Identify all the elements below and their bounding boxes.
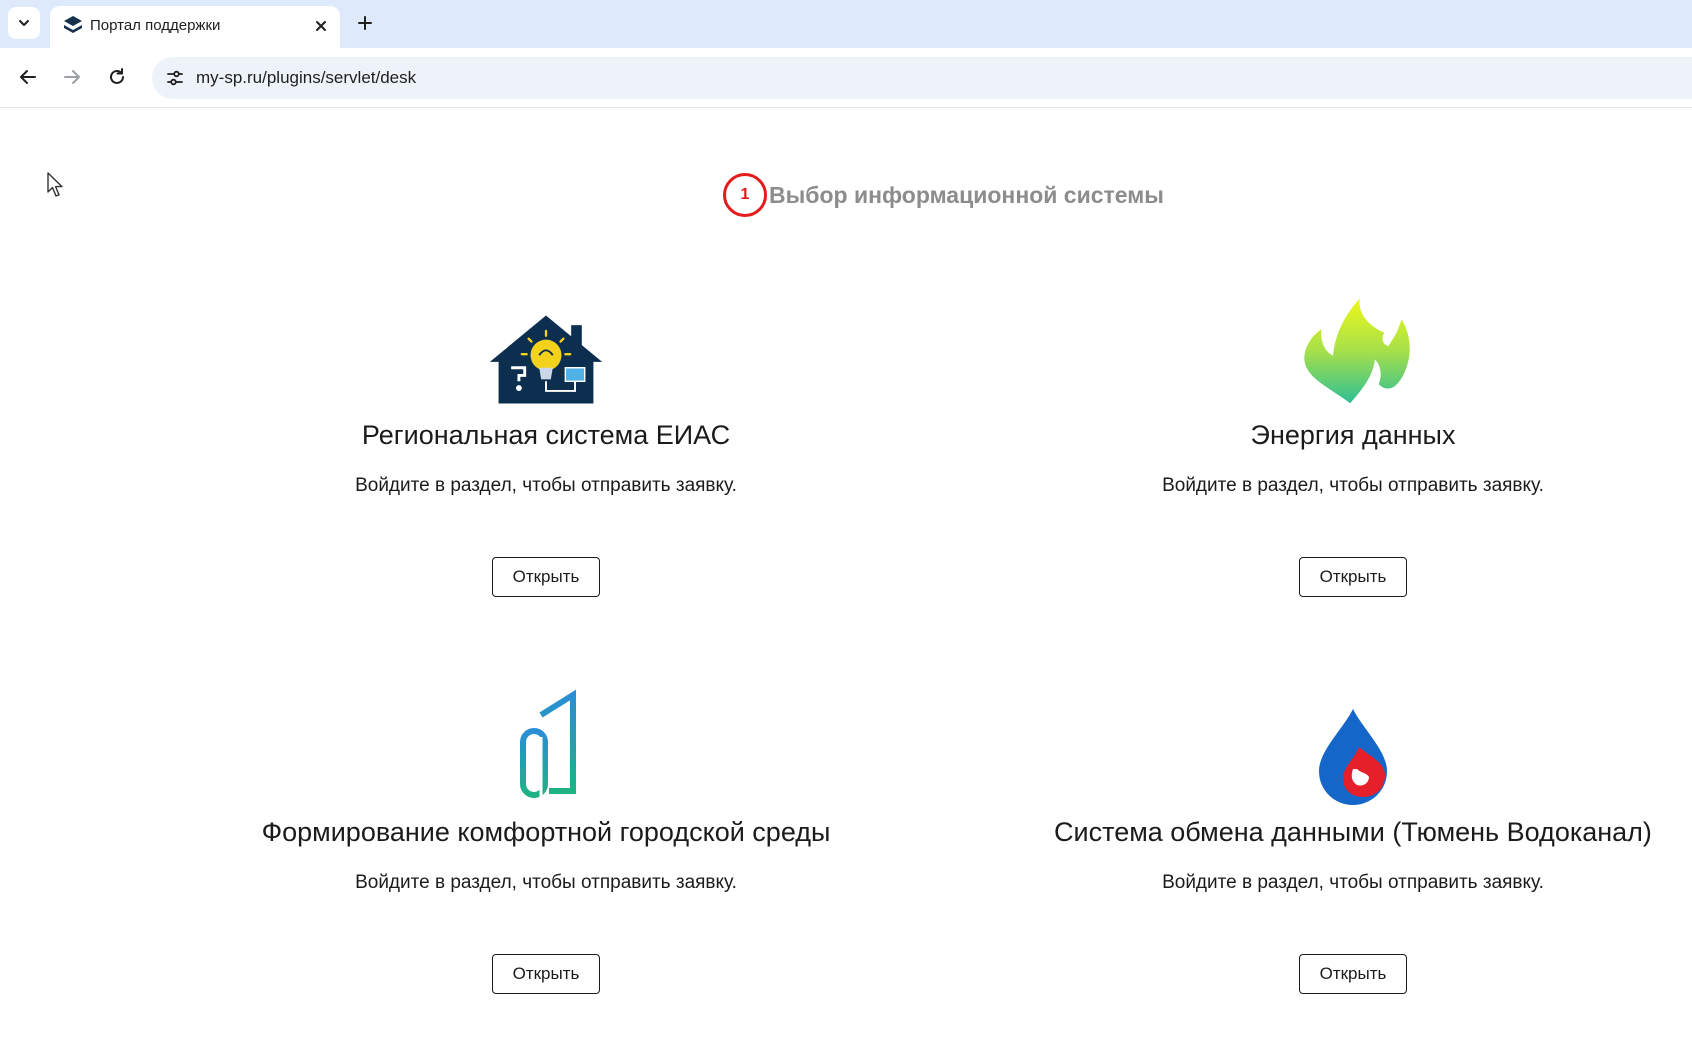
card-title: Формирование комфортной городской среды: [261, 817, 831, 847]
card-description: Войдите в раздел, чтобы отправить заявку…: [1162, 872, 1544, 893]
open-button-urban-environment[interactable]: Открыть: [492, 954, 600, 994]
browser-toolbar: my-sp.ru/plugins/servlet/desk: [0, 48, 1692, 108]
reload-icon: [110, 68, 124, 84]
close-icon: [316, 21, 326, 31]
step-number-badge: 1: [723, 173, 767, 217]
open-button-water-exchange[interactable]: Открыть: [1299, 954, 1407, 994]
card-description: Войдите в раздел, чтобы отправить заявку…: [355, 872, 737, 893]
open-button-energy-data[interactable]: Открыть: [1299, 557, 1407, 597]
chevron-down-icon: [19, 20, 29, 26]
card-description: Войдите в раздел, чтобы отправить заявку…: [1162, 475, 1544, 496]
back-button[interactable]: [13, 62, 43, 92]
page-title: Выбор информационной системы: [769, 182, 1164, 208]
forward-button[interactable]: [57, 62, 87, 92]
active-tab[interactable]: Портал поддержки: [50, 6, 340, 48]
tab-search-button[interactable]: [8, 7, 40, 39]
system-card-water-exchange: Система обмена данными (Тюмень Водоканал…: [1033, 687, 1673, 1007]
open-button-eias[interactable]: Открыть: [492, 557, 600, 597]
card-title: Система обмена данными (Тюмень Водоканал…: [1054, 817, 1652, 847]
flame-icon: [1293, 290, 1413, 410]
url-text[interactable]: my-sp.ru/plugins/servlet/desk: [196, 68, 416, 88]
reload-button[interactable]: [102, 62, 132, 92]
tab-bar: Портал поддержки: [0, 0, 1692, 48]
layers-favicon-icon: [64, 16, 82, 33]
building-logo-icon: [486, 687, 606, 807]
site-info-button[interactable]: [162, 65, 188, 91]
tab-close-button[interactable]: [309, 14, 333, 38]
water-drop-icon: [1293, 687, 1413, 807]
arrow-right-icon: [64, 70, 80, 84]
system-card-eias: Региональная система ЕИАС Войдите в разд…: [226, 290, 866, 610]
card-title: Региональная система ЕИАС: [361, 420, 731, 450]
house-lightbulb-icon: [486, 290, 606, 410]
address-bar[interactable]: my-sp.ru/plugins/servlet/desk: [152, 57, 1692, 99]
card-description: Войдите в раздел, чтобы отправить заявку…: [355, 475, 737, 496]
tune-icon: [167, 70, 183, 86]
plus-icon: [358, 16, 372, 30]
system-card-energy-data: Энергия данных Войдите в раздел, чтобы о…: [1033, 290, 1673, 610]
mouse-cursor-icon: [47, 172, 63, 197]
arrow-left-icon: [20, 70, 36, 84]
new-tab-button[interactable]: [351, 9, 379, 37]
tab-title: Портал поддержки: [90, 17, 221, 34]
card-title: Энергия данных: [1250, 420, 1456, 450]
system-card-urban-environment: Формирование комфортной городской среды …: [226, 687, 866, 1007]
